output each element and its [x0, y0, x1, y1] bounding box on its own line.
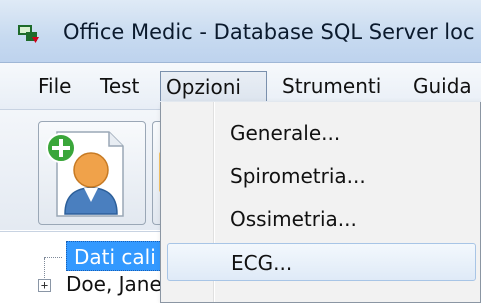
menu-item-spirometria[interactable]: Spirometria... [167, 157, 476, 195]
menu-strumenti[interactable]: Strumenti [277, 71, 386, 101]
menu-file[interactable]: File [33, 71, 76, 101]
opzioni-dropdown-menu: Generale... Spirometria... Ossimetria...… [160, 102, 481, 303]
title-bar[interactable]: Office Medic - Database SQL Server loc [0, 0, 481, 63]
menu-item-generale[interactable]: Generale... [167, 114, 476, 152]
tree-item-selected[interactable]: Dati cali [66, 241, 166, 271]
app-logo-icon [18, 25, 39, 43]
tree-expand-icon[interactable]: + [38, 279, 51, 292]
menu-guida[interactable]: Guida [408, 71, 477, 101]
new-patient-button[interactable] [38, 121, 146, 225]
tree-connector [44, 257, 62, 258]
menu-item-ecg[interactable]: ECG... [167, 243, 476, 281]
menu-test[interactable]: Test [95, 71, 144, 101]
new-patient-icon [46, 131, 124, 217]
app-window: Office Medic - Database SQL Server loc F… [0, 0, 481, 303]
menu-opzioni[interactable]: Opzioni [160, 71, 267, 101]
menu-item-ossimetria[interactable]: Ossimetria... [167, 200, 476, 238]
window-title: Office Medic - Database SQL Server loc [63, 20, 475, 44]
